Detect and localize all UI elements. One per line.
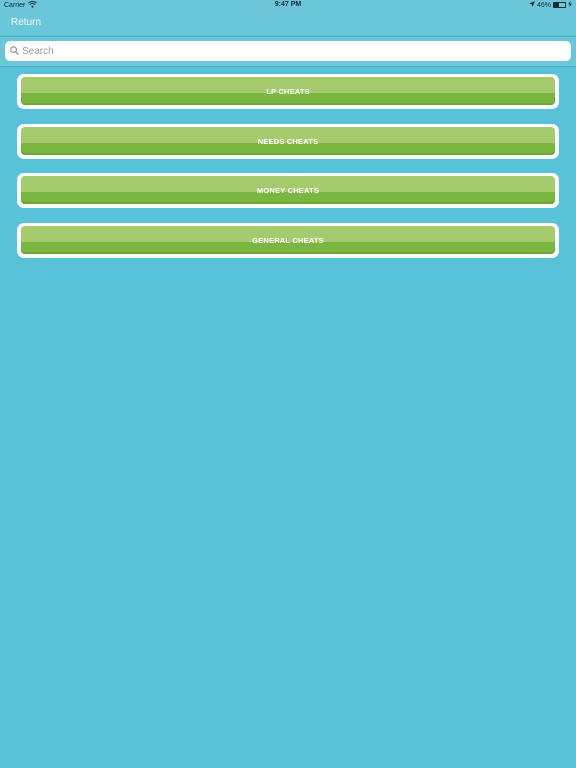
navigation-bar: Return bbox=[0, 11, 576, 37]
search-bar bbox=[0, 37, 576, 67]
status-right: 46% bbox=[528, 1, 572, 9]
money-cheats-button[interactable]: MONEY CHEATS bbox=[17, 173, 559, 208]
lp-cheats-button[interactable]: LP CHEATS bbox=[17, 74, 559, 109]
button-face: MONEY CHEATS bbox=[21, 176, 555, 204]
status-bar: Carrier 9:47 PM 46% bbox=[0, 0, 576, 11]
location-arrow-icon bbox=[528, 1, 535, 9]
button-face: LP CHEATS bbox=[21, 77, 555, 105]
cheat-list: LP CHEATS NEEDS CHEATS MONEY CHEATS GENE… bbox=[17, 74, 559, 272]
button-face: GENERAL CHEATS bbox=[21, 225, 555, 254]
general-cheats-button[interactable]: GENERAL CHEATS bbox=[17, 222, 559, 258]
button-label: NEEDS CHEATS bbox=[257, 136, 319, 146]
status-time: 9:47 PM bbox=[274, 1, 302, 8]
search-field[interactable] bbox=[5, 41, 571, 61]
button-label: GENERAL CHEATS bbox=[252, 235, 324, 245]
button-face: NEEDS CHEATS bbox=[21, 126, 555, 155]
battery-percent: 46% bbox=[536, 1, 551, 9]
button-label: LP CHEATS bbox=[266, 87, 310, 96]
search-icon bbox=[10, 42, 19, 60]
return-button[interactable]: Return bbox=[11, 17, 41, 28]
needs-cheats-button[interactable]: NEEDS CHEATS bbox=[17, 123, 559, 159]
battery-fill bbox=[554, 3, 560, 7]
battery-icon bbox=[553, 2, 566, 8]
search-input[interactable] bbox=[19, 45, 542, 57]
charging-icon bbox=[568, 1, 572, 9]
button-label: MONEY CHEATS bbox=[256, 186, 320, 195]
